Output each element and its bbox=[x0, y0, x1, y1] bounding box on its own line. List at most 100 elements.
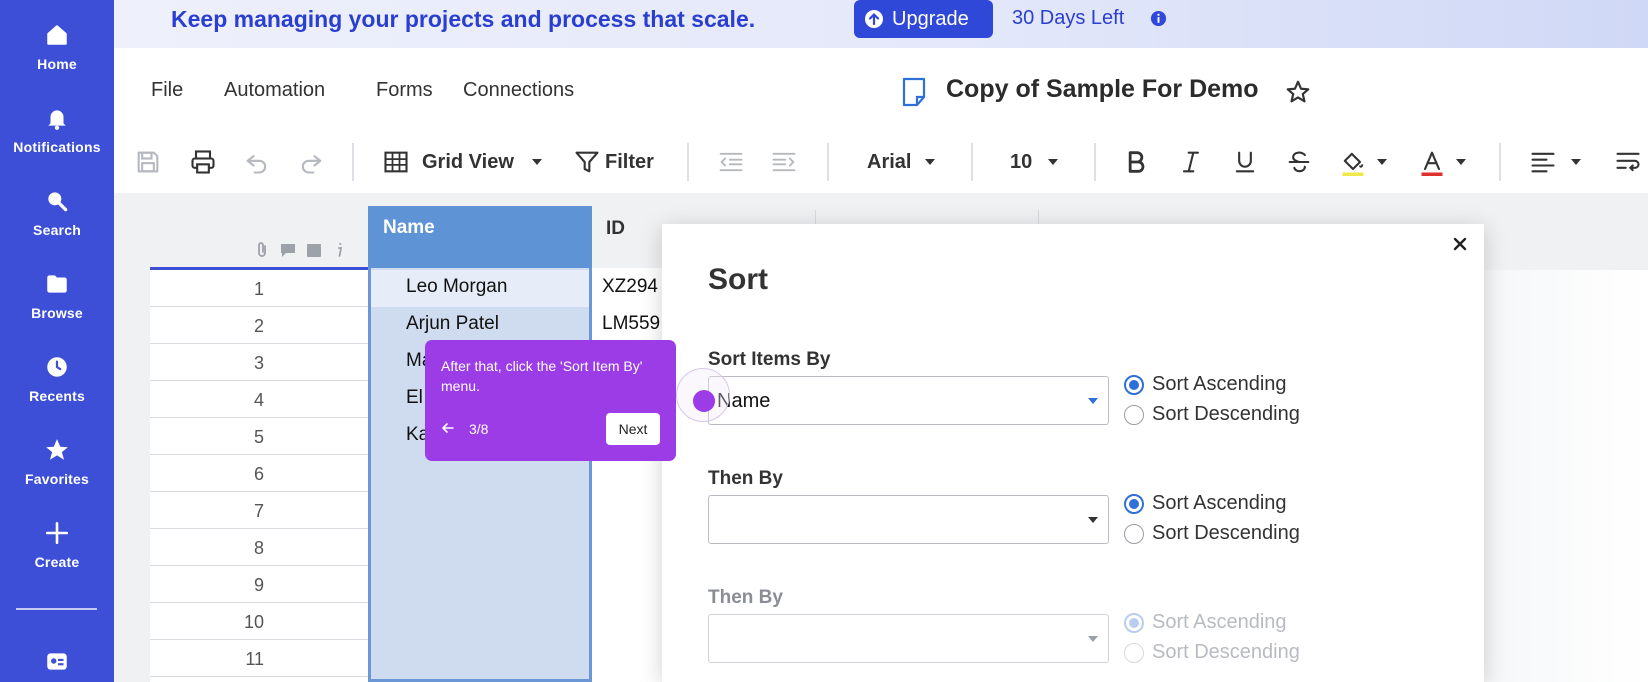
info-icon[interactable] bbox=[1150, 10, 1167, 27]
toolbar-divider bbox=[352, 143, 354, 181]
sort1-descending-radio[interactable]: Sort Descending bbox=[1124, 403, 1300, 426]
cell-name[interactable]: El bbox=[406, 387, 423, 409]
sort3-ascending-radio[interactable]: Sort Ascending bbox=[1124, 611, 1287, 634]
filter-icon bbox=[575, 151, 599, 173]
row-header[interactable]: 9 bbox=[150, 566, 368, 603]
attachment-icon bbox=[258, 242, 266, 257]
toolbar-divider bbox=[827, 143, 829, 181]
chevron-down-icon bbox=[1377, 159, 1387, 165]
then-by-label-2: Then By bbox=[708, 587, 783, 608]
row-header[interactable]: 5 bbox=[150, 418, 368, 455]
font-size-dropdown[interactable]: 10 bbox=[1010, 147, 1059, 177]
filter-button[interactable]: Filter bbox=[573, 147, 654, 177]
menu-forms[interactable]: Forms bbox=[376, 79, 433, 102]
sidebar-item-create[interactable]: Create bbox=[0, 520, 114, 570]
row-header[interactable]: 8 bbox=[150, 529, 368, 566]
then-by-select[interactable] bbox=[708, 495, 1109, 544]
upgrade-button[interactable]: Upgrade bbox=[854, 0, 993, 38]
print-button[interactable] bbox=[189, 147, 217, 177]
sidebar-item-home[interactable]: Home bbox=[0, 22, 114, 72]
then-by-label: Then By bbox=[708, 468, 783, 489]
chevron-down-icon bbox=[1088, 517, 1098, 523]
underline-button[interactable] bbox=[1231, 147, 1259, 177]
toolbar-divider bbox=[1094, 143, 1096, 181]
tooltip-next-button[interactable]: Next bbox=[606, 413, 660, 445]
chevron-down-icon bbox=[1048, 159, 1059, 165]
column-header-id[interactable]: ID bbox=[592, 206, 668, 268]
radio-label: Sort Descending bbox=[1152, 403, 1300, 425]
fill-color-button[interactable] bbox=[1339, 147, 1387, 177]
chevron-down-icon bbox=[531, 159, 542, 165]
arrow-left-icon[interactable] bbox=[441, 421, 455, 435]
close-icon[interactable] bbox=[1450, 234, 1470, 254]
sheet-title[interactable]: Copy of Sample For Demo bbox=[946, 75, 1259, 104]
upgrade-banner: Keep managing your projects and process … bbox=[114, 0, 1648, 48]
wrap-text-button[interactable] bbox=[1614, 147, 1642, 177]
redo-icon bbox=[301, 155, 322, 174]
align-dropdown[interactable] bbox=[1529, 147, 1581, 177]
folder-icon bbox=[47, 275, 67, 293]
then-by-select-2[interactable] bbox=[708, 614, 1109, 663]
row-header[interactable]: 1 bbox=[150, 270, 368, 307]
sidebar-item-browse[interactable]: Browse bbox=[0, 271, 114, 321]
row-header[interactable]: 3 bbox=[150, 344, 368, 381]
sidebar-item-search[interactable]: Search bbox=[0, 188, 114, 238]
sort2-ascending-radio[interactable]: Sort Ascending bbox=[1124, 492, 1287, 515]
menu-connections[interactable]: Connections bbox=[463, 79, 574, 102]
radio-indicator bbox=[1124, 404, 1144, 425]
sidebar-item-label: Notifications bbox=[13, 139, 101, 155]
radio-label: Sort Descending bbox=[1152, 641, 1300, 663]
sort1-ascending-radio[interactable]: Sort Ascending bbox=[1124, 373, 1287, 396]
cell-id[interactable]: XZ294 bbox=[602, 276, 658, 298]
undo-icon bbox=[246, 155, 267, 174]
grid-background bbox=[1484, 270, 1648, 682]
italic-button[interactable] bbox=[1177, 147, 1205, 177]
menu-file[interactable]: File bbox=[151, 79, 183, 102]
row-header-icons bbox=[252, 240, 350, 260]
favorite-star-icon[interactable] bbox=[1285, 79, 1311, 105]
sidebar-item-notifications[interactable]: Notifications bbox=[0, 105, 114, 155]
indent-button[interactable] bbox=[770, 147, 798, 177]
tooltip-message: After that, click the 'Sort Item By' men… bbox=[441, 358, 643, 394]
redo-button[interactable] bbox=[297, 147, 325, 177]
sidebar: Home Notifications Search Browse Recents… bbox=[0, 0, 114, 682]
cell-name[interactable]: Leo Morgan bbox=[406, 276, 507, 298]
radio-label: Sort Ascending bbox=[1152, 373, 1287, 395]
bold-icon bbox=[1128, 151, 1145, 173]
column-header-name[interactable]: Name bbox=[368, 206, 592, 268]
sort-items-by-select[interactable]: Name bbox=[708, 376, 1109, 425]
save-button[interactable] bbox=[134, 147, 162, 177]
font-size-value: 10 bbox=[1010, 150, 1033, 173]
strikethrough-button[interactable] bbox=[1285, 147, 1313, 177]
chevron-down-icon bbox=[1456, 159, 1466, 165]
font-family-dropdown[interactable]: Arial bbox=[867, 147, 936, 177]
comment-icon bbox=[281, 244, 295, 257]
row-header[interactable]: 2 bbox=[150, 307, 368, 344]
row-header[interactable]: 7 bbox=[150, 492, 368, 529]
outdent-button[interactable] bbox=[717, 147, 745, 177]
toolbar-divider bbox=[687, 143, 689, 181]
sidebar-item-label: Browse bbox=[31, 305, 83, 321]
toolbar-divider bbox=[1499, 143, 1501, 181]
plus-icon bbox=[45, 521, 69, 545]
row-header[interactable]: 6 bbox=[150, 455, 368, 492]
sidebar-item-favorites[interactable]: Favorites bbox=[0, 437, 114, 487]
hotspot-beacon[interactable] bbox=[693, 390, 715, 412]
grid-view-dropdown[interactable]: Grid View bbox=[382, 147, 542, 177]
contacts-icon bbox=[47, 653, 67, 670]
upgrade-button-label: Upgrade bbox=[892, 7, 969, 30]
bold-button[interactable] bbox=[1122, 147, 1150, 177]
cell-name[interactable]: Arjun Patel bbox=[406, 313, 499, 335]
row-header[interactable]: 4 bbox=[150, 381, 368, 418]
sidebar-item-recents[interactable]: Recents bbox=[0, 354, 114, 404]
outdent-icon bbox=[719, 152, 743, 172]
sort2-descending-radio[interactable]: Sort Descending bbox=[1124, 522, 1300, 545]
sort3-descending-radio[interactable]: Sort Descending bbox=[1124, 641, 1300, 664]
cell-id[interactable]: LM559 bbox=[602, 313, 660, 335]
undo-button[interactable] bbox=[243, 147, 271, 177]
row-header[interactable]: 10 bbox=[150, 603, 368, 640]
text-color-button[interactable] bbox=[1418, 147, 1466, 177]
sidebar-item-contacts[interactable] bbox=[0, 648, 114, 674]
menu-automation[interactable]: Automation bbox=[224, 79, 325, 102]
row-header[interactable]: 11 bbox=[150, 640, 368, 677]
